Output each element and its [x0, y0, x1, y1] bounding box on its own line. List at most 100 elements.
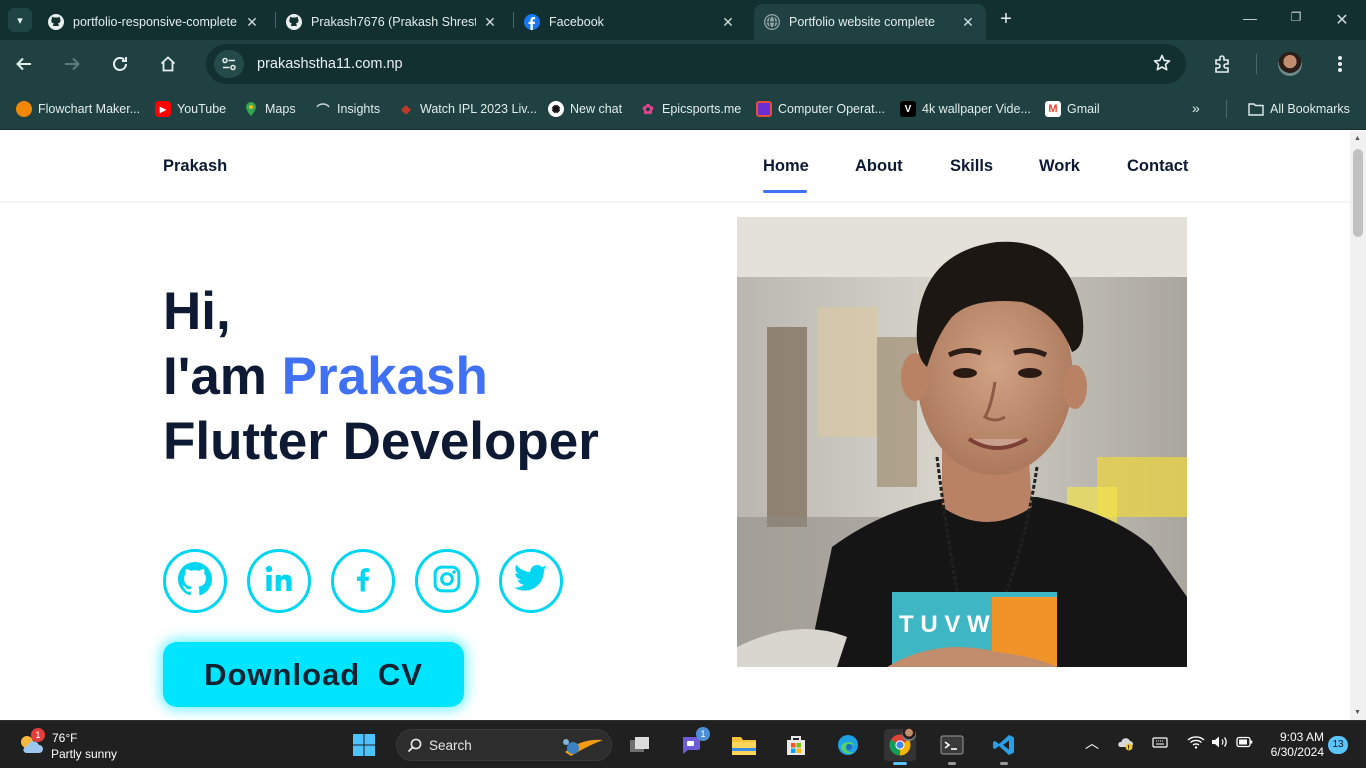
task-view-icon[interactable] [624, 729, 656, 761]
page-scrollbar[interactable]: ▲ ▼ [1350, 131, 1366, 720]
browser-menu-icon[interactable] [1328, 52, 1352, 76]
download-cv-button[interactable]: Download CV [163, 642, 464, 707]
tab-3[interactable]: Facebook ✕ [514, 4, 746, 40]
close-tab-icon[interactable]: ✕ [720, 14, 736, 31]
vscode-icon[interactable] [988, 729, 1020, 765]
bookmark-new-chat[interactable]: ✺ New chat [548, 100, 622, 118]
close-tab-icon[interactable]: ✕ [244, 14, 260, 31]
meet-chat-icon[interactable]: 1 [676, 727, 710, 761]
tab-search-button[interactable]: ▾ [8, 8, 32, 32]
extensions-icon[interactable] [1210, 52, 1234, 76]
notification-badge[interactable]: 13 [1328, 736, 1348, 754]
facebook-link[interactable] [331, 549, 395, 613]
show-hidden-icons[interactable]: ︿ [1085, 733, 1099, 753]
bookmark-label: 4k wallpaper Vide... [922, 102, 1031, 116]
bookmark-4k-wallpaper[interactable]: V 4k wallpaper Vide... [900, 100, 1031, 118]
volume-icon[interactable] [1211, 735, 1229, 752]
home-icon[interactable] [156, 52, 180, 76]
bookmark-insights[interactable]: ⌒ Insights [315, 100, 380, 118]
minimize-icon[interactable]: — [1240, 10, 1260, 30]
restore-icon[interactable]: ❐ [1286, 10, 1306, 30]
insights-icon: ⌒ [316, 102, 330, 118]
back-icon[interactable] [12, 52, 36, 76]
nav-home[interactable]: Home [763, 157, 809, 176]
hero-title: Hi, I'am Prakash Flutter Developer [163, 279, 599, 474]
epicsports-icon: ✿ [642, 100, 654, 117]
bookmark-youtube[interactable]: ▶ YouTube [155, 100, 226, 118]
bookmark-ipl[interactable]: ◆ Watch IPL 2023 Liv... [398, 100, 537, 118]
weather-temp[interactable]: 76°F [52, 731, 77, 745]
close-tab-icon[interactable]: ✕ [960, 14, 976, 31]
github-link[interactable] [163, 549, 227, 613]
site-header: Prakash Home About Skills Work Contact [0, 131, 1350, 203]
keyboard-icon[interactable] [1152, 735, 1168, 752]
bookmark-label: Watch IPL 2023 Liv... [420, 102, 537, 116]
forward-icon[interactable] [60, 52, 84, 76]
bookmark-label: Epicsports.me [662, 102, 742, 116]
bookmark-star-icon[interactable] [1152, 53, 1172, 78]
url-text[interactable]: prakashstha11.com.np [257, 56, 403, 72]
bookmark-label: Insights [337, 102, 381, 116]
bookmark-maps[interactable]: Maps [243, 100, 296, 118]
site-logo[interactable]: Prakash [163, 157, 227, 176]
address-bar[interactable]: prakashstha11.com.np [206, 44, 1186, 84]
scroll-thumb[interactable] [1353, 149, 1363, 237]
weather-badge: 1 [31, 728, 45, 742]
close-tab-icon[interactable]: ✕ [482, 14, 498, 31]
microsoft-store-icon[interactable] [780, 729, 812, 761]
hero-role: Flutter Developer [163, 412, 599, 471]
bookmark-gmail[interactable]: M Gmail [1045, 100, 1100, 118]
linkedin-link[interactable] [247, 549, 311, 613]
scroll-up-icon[interactable]: ▲ [1354, 135, 1361, 142]
folder-icon [1248, 101, 1264, 117]
running-indicator [893, 762, 907, 765]
nav-work[interactable]: Work [1039, 157, 1080, 176]
tab-2[interactable]: Prakash7676 (Prakash Shrestha) ✕ [276, 4, 508, 40]
onedrive-icon[interactable]: ! [1116, 735, 1134, 754]
taskbar-search[interactable]: Search [396, 729, 612, 761]
instagram-icon [432, 564, 462, 599]
nav-about[interactable]: About [855, 157, 903, 176]
wifi-icon[interactable] [1187, 735, 1205, 752]
file-explorer-icon[interactable] [728, 729, 760, 761]
more-bookmarks-icon[interactable]: » [1192, 100, 1200, 116]
profile-photo: T U V W [737, 217, 1187, 667]
v-icon: V [900, 101, 916, 117]
bookmark-label: Gmail [1067, 102, 1100, 116]
terminal-icon[interactable] [936, 729, 968, 765]
nav-skills[interactable]: Skills [950, 157, 993, 176]
bookmark-computer-operator[interactable]: Computer Operat... [756, 100, 885, 118]
search-icon [407, 738, 422, 758]
all-bookmarks-button[interactable]: All Bookmarks [1248, 100, 1350, 118]
profile-avatar[interactable] [1278, 52, 1302, 76]
instagram-link[interactable] [415, 549, 479, 613]
tab-4-active[interactable]: Portfolio website complete ✕ [754, 4, 986, 40]
new-tab-button[interactable]: + [994, 8, 1018, 32]
site-settings-icon[interactable] [214, 50, 244, 78]
facebook-icon [348, 564, 378, 599]
close-window-icon[interactable]: ✕ [1332, 10, 1352, 30]
edge-icon[interactable] [832, 729, 864, 761]
bookmark-flowchart[interactable]: Flowchart Maker... [16, 100, 140, 118]
battery-icon[interactable] [1236, 736, 1254, 751]
weather-condition[interactable]: Partly sunny [51, 747, 117, 761]
system-clock[interactable]: 9:03 AM 6/30/2024 [1262, 730, 1324, 760]
github-icon [178, 561, 213, 601]
chrome-icon[interactable] [884, 727, 916, 765]
bookmark-epicsports[interactable]: ✿ Epicsports.me [640, 100, 741, 118]
nav-contact[interactable]: Contact [1127, 157, 1188, 176]
ipl-icon: ◆ [401, 102, 411, 116]
clock-time: 9:03 AM [1279, 730, 1324, 744]
tab-title: portfolio-responsive-complete [73, 15, 237, 29]
hero-intro: I'am [163, 347, 282, 406]
tab-title: Facebook [549, 15, 604, 29]
reload-icon[interactable] [108, 52, 132, 76]
tab-1[interactable]: portfolio-responsive-complete ✕ [38, 4, 270, 40]
twitter-link[interactable] [499, 549, 563, 613]
bookmarks-divider [1226, 100, 1227, 118]
start-button[interactable] [348, 729, 380, 761]
scroll-down-icon[interactable]: ▼ [1354, 709, 1361, 716]
clock-date: 6/30/2024 [1270, 745, 1324, 759]
browser-toolbar: prakashstha11.com.np [0, 40, 1366, 88]
computer-operator-icon [756, 101, 772, 117]
